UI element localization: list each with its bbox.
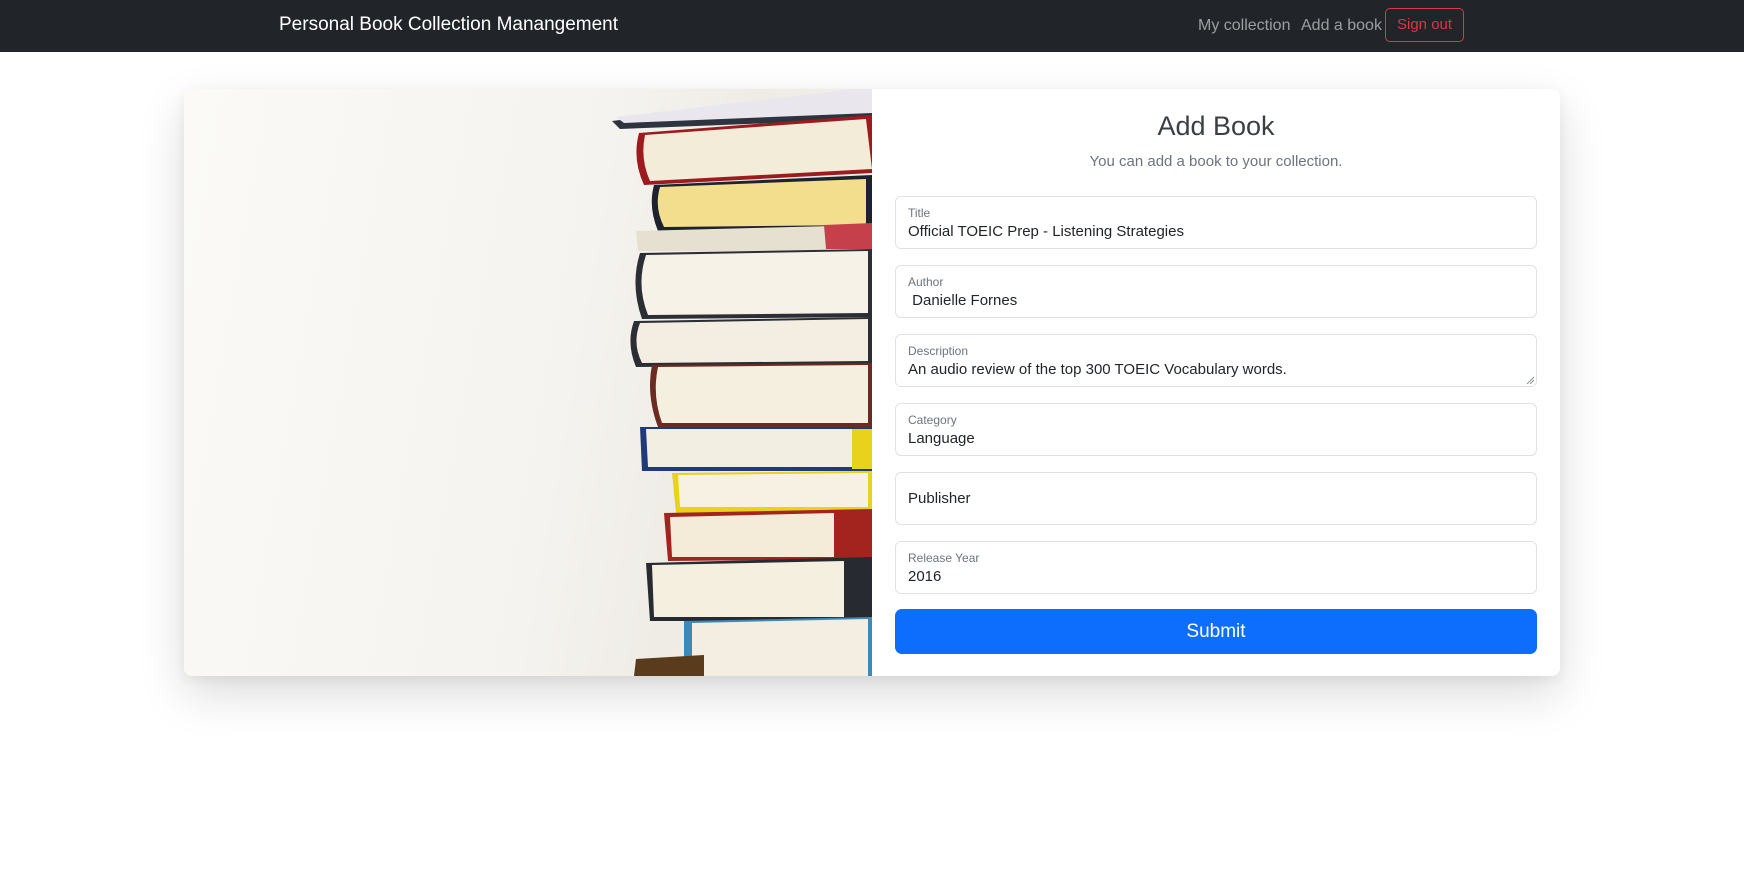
title-input[interactable]: Official TOEIC Prep - Listening Strategi… <box>908 223 1524 240</box>
author-input[interactable]: Danielle Fornes <box>908 292 1524 309</box>
release-year-label: Release Year <box>908 551 980 565</box>
form-title: Add Book <box>1157 111 1275 141</box>
description-textarea[interactable]: An audio review of the top 300 TOEIC Voc… <box>908 361 1524 378</box>
title-label: Title <box>908 206 931 220</box>
nav-my-collection[interactable]: My collection <box>1198 17 1290 35</box>
add-book-card: Add Book You can add a book to your coll… <box>184 89 1560 676</box>
release-year-input[interactable]: 2016 <box>908 568 1524 585</box>
sign-out-button[interactable]: Sign out <box>1385 8 1465 42</box>
release-year-field[interactable]: Release Year 2016 <box>895 541 1537 594</box>
author-field[interactable]: Author Danielle Fornes <box>895 265 1537 318</box>
resize-grip-icon[interactable] <box>1526 376 1534 384</box>
add-book-form: Add Book You can add a book to your coll… <box>872 89 1560 676</box>
description-field[interactable]: Description An audio review of the top 3… <box>895 334 1537 387</box>
publisher-input[interactable]: Publisher <box>908 490 1524 507</box>
title-field[interactable]: Title Official TOEIC Prep - Listening St… <box>895 196 1537 249</box>
author-label: Author <box>908 275 944 289</box>
category-input[interactable]: Language <box>908 430 1524 447</box>
form-subtitle: You can add a book to your collection. <box>1089 153 1343 170</box>
publisher-field[interactable]: Publisher <box>895 472 1537 525</box>
books-stack-image <box>184 89 872 676</box>
nav-add-book[interactable]: Add a book <box>1301 17 1382 35</box>
description-label: Description <box>908 344 969 358</box>
app-brand[interactable]: Personal Book Collection Manangement <box>279 14 618 36</box>
top-navbar: Personal Book Collection Manangement My … <box>0 0 1744 52</box>
category-label: Category <box>908 413 957 427</box>
category-field[interactable]: Category Language <box>895 403 1537 456</box>
submit-button[interactable]: Submit <box>895 609 1537 654</box>
